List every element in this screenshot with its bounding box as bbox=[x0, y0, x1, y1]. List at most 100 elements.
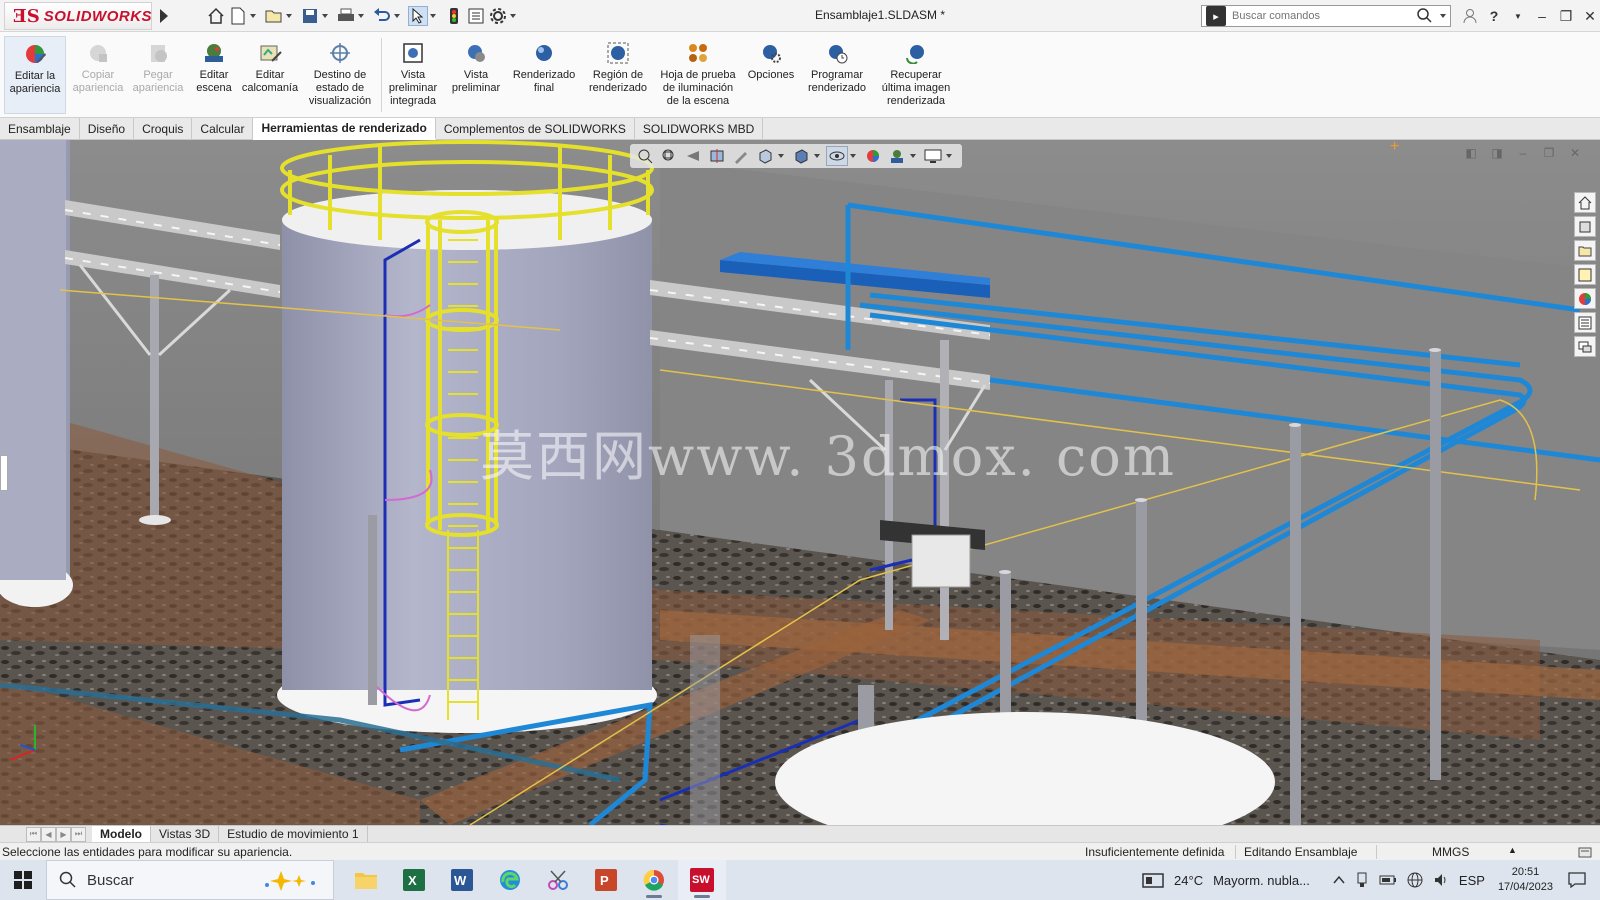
graphics-area[interactable]: 莫西网www. 3dmox. com + ◧ ◨ – ❐ ✕ bbox=[0, 140, 1600, 825]
hide-show-dropdown-icon[interactable] bbox=[850, 154, 856, 158]
taskbar-chrome[interactable] bbox=[630, 860, 678, 900]
battery-icon[interactable] bbox=[1379, 874, 1397, 886]
last-tab-arrow-icon[interactable]: ⏭ bbox=[71, 826, 86, 842]
zoom-to-area-icon[interactable] bbox=[658, 146, 680, 166]
next-tab-arrow-icon[interactable]: ▶ bbox=[56, 826, 71, 842]
paste-appearance-button[interactable]: Pegar apariencia bbox=[132, 36, 184, 114]
scene-illumination-proof-sheet-button[interactable]: Hoja de prueba de iluminación de la esce… bbox=[656, 36, 740, 114]
select-dropdown-icon[interactable] bbox=[430, 14, 436, 18]
weather-icon[interactable] bbox=[1142, 871, 1164, 889]
expand-menu-arrow-icon[interactable] bbox=[160, 9, 168, 23]
view-settings-icon[interactable] bbox=[922, 146, 944, 166]
view-palette-icon[interactable] bbox=[1574, 264, 1596, 285]
integrated-preview-button[interactable]: Vista preliminar integrada bbox=[384, 36, 442, 114]
open-dropdown-icon[interactable] bbox=[286, 14, 292, 18]
solidworks-logo[interactable]: ƎS SOLIDWORKS bbox=[4, 2, 152, 30]
prev-tab-arrow-icon[interactable]: ◀ bbox=[41, 826, 56, 842]
edit-decal-button[interactable]: Editar calcomanía bbox=[240, 36, 300, 114]
edit-appearance-button[interactable]: Editar la apariencia bbox=[4, 36, 66, 114]
save-icon[interactable] bbox=[300, 6, 320, 26]
select-pointer-icon[interactable] bbox=[408, 6, 428, 26]
settings-dropdown-icon[interactable] bbox=[510, 14, 516, 18]
hide-show-items-icon[interactable] bbox=[826, 146, 848, 166]
settings-gear-icon[interactable] bbox=[488, 6, 508, 26]
preview-window-button[interactable]: Vista preliminar bbox=[446, 36, 506, 114]
tab-estudio-de-movimiento[interactable]: Estudio de movimiento 1 bbox=[219, 825, 368, 843]
input-language[interactable]: ESP bbox=[1459, 873, 1485, 888]
schedule-render-button[interactable]: Programar renderizado bbox=[802, 36, 872, 114]
new-dropdown-icon[interactable] bbox=[250, 14, 256, 18]
custom-properties-icon[interactable] bbox=[1574, 312, 1596, 333]
tab-solidworks-mbd[interactable]: SOLIDWORKS MBD bbox=[635, 118, 764, 140]
system-clock[interactable]: 20:51 17/04/2023 bbox=[1498, 865, 1553, 895]
command-search-type-icon[interactable]: ▸ bbox=[1206, 6, 1226, 26]
home-icon[interactable] bbox=[206, 6, 226, 26]
pane-left-icon[interactable]: ◧ bbox=[1462, 144, 1480, 162]
forum-icon[interactable] bbox=[1574, 336, 1596, 357]
file-properties-icon[interactable] bbox=[466, 6, 486, 26]
first-tab-arrow-icon[interactable]: ⏮ bbox=[26, 826, 41, 842]
command-search[interactable]: ▸ bbox=[1201, 5, 1451, 27]
viewport-close-icon[interactable]: ✕ bbox=[1566, 144, 1584, 162]
previous-view-icon[interactable] bbox=[682, 146, 704, 166]
tab-diseno[interactable]: Diseño bbox=[80, 118, 135, 140]
display-style-dropdown-icon[interactable] bbox=[814, 154, 820, 158]
search-dropdown-icon[interactable] bbox=[1440, 14, 1446, 18]
tab-modelo[interactable]: Modelo bbox=[92, 825, 151, 843]
usb-device-icon[interactable] bbox=[1355, 872, 1369, 888]
viewport-minimize-icon[interactable]: – bbox=[1514, 144, 1532, 162]
appearances-scenes-decals-icon[interactable] bbox=[1574, 288, 1596, 309]
windows-start-button[interactable] bbox=[0, 860, 46, 900]
taskbar-search-box[interactable]: Buscar bbox=[46, 860, 334, 900]
tab-ensamblaje[interactable]: Ensamblaje bbox=[0, 118, 80, 140]
edit-scene-button[interactable]: Editar escena bbox=[190, 36, 238, 114]
taskbar-excel[interactable]: X bbox=[390, 860, 438, 900]
print-icon[interactable] bbox=[336, 6, 356, 26]
view-orientation-icon[interactable] bbox=[754, 146, 776, 166]
dynamic-annotation-icon[interactable] bbox=[730, 146, 752, 166]
recall-last-render-button[interactable]: Recuperar última imagen renderizada bbox=[876, 36, 956, 114]
weather-description[interactable]: Mayorm. nubla... bbox=[1213, 873, 1310, 888]
taskbar-word[interactable]: W bbox=[438, 860, 486, 900]
edit-appearance-hud-icon[interactable] bbox=[862, 146, 884, 166]
view-orientation-dropdown-icon[interactable] bbox=[778, 154, 784, 158]
notifications-icon[interactable] bbox=[1568, 872, 1586, 888]
taskbar-file-explorer[interactable] bbox=[342, 860, 390, 900]
volume-speaker-icon[interactable] bbox=[1433, 872, 1449, 888]
apply-scene-dropdown-icon[interactable] bbox=[910, 154, 916, 158]
open-folder-icon[interactable] bbox=[264, 6, 284, 26]
close-window-icon[interactable]: ✕ bbox=[1578, 6, 1600, 26]
final-render-button[interactable]: Renderizado final bbox=[508, 36, 580, 114]
pane-right-icon[interactable]: ◨ bbox=[1488, 144, 1506, 162]
show-hidden-icons-chevron-icon[interactable] bbox=[1333, 875, 1345, 885]
taskbar-powerpoint[interactable]: P bbox=[582, 860, 630, 900]
zoom-to-fit-icon[interactable] bbox=[634, 146, 656, 166]
new-document-icon[interactable] bbox=[228, 6, 248, 26]
render-options-button[interactable]: Opciones bbox=[744, 36, 798, 114]
tab-herramientas-de-renderizado[interactable]: Herramientas de renderizado bbox=[253, 118, 436, 140]
taskbar-snipping-tool[interactable] bbox=[534, 860, 582, 900]
solidworks-resources-icon[interactable] bbox=[1574, 192, 1596, 213]
command-search-input[interactable] bbox=[1232, 10, 1416, 22]
view-settings-dropdown-icon[interactable] bbox=[946, 154, 952, 158]
display-state-target-button[interactable]: Destino de estado de visualización bbox=[304, 36, 376, 114]
tab-complementos-de-solidworks[interactable]: Complementos de SOLIDWORKS bbox=[436, 118, 635, 140]
units-selector[interactable]: MMGS bbox=[1432, 845, 1469, 859]
viewport-restore-icon[interactable]: ❐ bbox=[1540, 144, 1558, 162]
minimize-window-icon[interactable]: – bbox=[1530, 6, 1554, 26]
units-dropdown-icon[interactable]: ▲ bbox=[1508, 845, 1517, 855]
restore-window-icon[interactable]: ❐ bbox=[1554, 6, 1578, 26]
undo-icon[interactable] bbox=[372, 6, 392, 26]
tab-vistas-3d[interactable]: Vistas 3D bbox=[151, 825, 220, 843]
rebuild-traffic-light-icon[interactable] bbox=[444, 6, 464, 26]
help-dropdown-icon[interactable]: ▼ bbox=[1506, 6, 1530, 26]
undo-dropdown-icon[interactable] bbox=[394, 14, 400, 18]
help-icon[interactable]: ? bbox=[1482, 6, 1506, 26]
tab-calcular[interactable]: Calcular bbox=[192, 118, 254, 140]
copy-appearance-button[interactable]: Copiar apariencia bbox=[72, 36, 124, 114]
display-style-icon[interactable] bbox=[790, 146, 812, 166]
tab-croquis[interactable]: Croquis bbox=[134, 118, 193, 140]
section-view-icon[interactable] bbox=[706, 146, 728, 166]
print-dropdown-icon[interactable] bbox=[358, 14, 364, 18]
taskbar-edge[interactable] bbox=[486, 860, 534, 900]
